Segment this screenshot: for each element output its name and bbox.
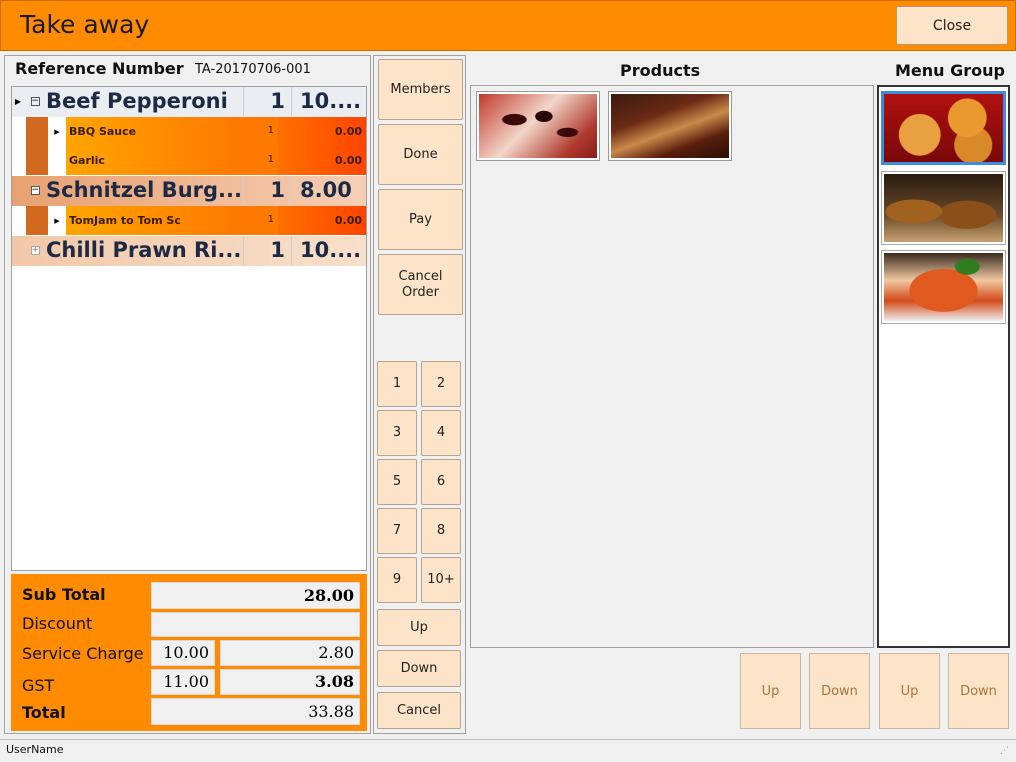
pizza-image-icon	[479, 94, 597, 158]
keypad-4[interactable]: 4	[421, 410, 461, 456]
total-value: 33.88	[151, 698, 360, 725]
pizza-slice-image-icon	[611, 94, 729, 158]
modifier-row[interactable]: Garlic 1 0.00	[12, 146, 366, 175]
total-label: Total	[22, 703, 66, 722]
order-item-row[interactable]: − Schnitzel Burg... 1 8.00	[12, 176, 366, 206]
keypad-up-button[interactable]: Up	[377, 609, 461, 646]
item-qty: 1	[244, 176, 292, 205]
expand-icon[interactable]: +	[26, 236, 44, 265]
menu-group-pasta[interactable]	[881, 250, 1006, 324]
menu-group-up-button[interactable]: Up	[879, 653, 940, 729]
keypad-7[interactable]: 7	[377, 508, 417, 554]
gst-value: 3.08	[220, 669, 360, 695]
service-charge-rate[interactable]: 10.00	[151, 640, 215, 666]
order-item-row[interactable]: ▶ − Beef Pepperoni 1 10....	[12, 87, 366, 117]
products-down-button[interactable]: Down	[809, 653, 870, 729]
burger-icon	[884, 174, 1003, 242]
expand-arrow-icon[interactable]: ▶	[48, 206, 66, 235]
products-up-button[interactable]: Up	[740, 653, 801, 729]
item-price: 8.00	[300, 178, 352, 202]
modifier-price: 0.00	[278, 146, 366, 175]
pay-button[interactable]: Pay	[378, 189, 463, 250]
modifier-qty: 1	[236, 206, 278, 235]
menu-group-down-button[interactable]: Down	[948, 653, 1009, 729]
collapse-icon[interactable]: −	[26, 176, 44, 205]
item-name: Schnitzel Burg...	[46, 176, 244, 205]
item-price: 10....	[300, 238, 362, 262]
status-bar	[0, 739, 1016, 762]
modifier-price: 0.00	[278, 117, 366, 146]
keypad-3[interactable]: 3	[377, 410, 417, 456]
reference-label: Reference Number	[15, 59, 184, 78]
gst-rate[interactable]: 11.00	[151, 669, 215, 695]
product-tile[interactable]	[608, 91, 732, 161]
modifier-qty: 1	[236, 117, 278, 146]
modifier-row[interactable]: ▶ TomJam to Tom Sc 1 0.00	[12, 206, 366, 235]
products-title: Products	[620, 61, 701, 80]
item-price: 10....	[300, 89, 362, 113]
gst-label: GST	[22, 676, 55, 695]
keypad-10-plus[interactable]: 10+	[421, 557, 461, 603]
discount-value[interactable]	[151, 612, 360, 637]
service-charge-value: 2.80	[220, 640, 360, 666]
reference-value: TA-20170706-001	[195, 62, 311, 77]
members-button[interactable]: Members	[378, 59, 463, 120]
expand-arrow-icon[interactable]: ▶	[48, 117, 66, 146]
menu-group-title: Menu Group	[895, 61, 1005, 80]
item-name: Chilli Prawn Ri...	[46, 236, 244, 265]
modifier-price: 0.00	[278, 206, 366, 235]
window-title: Take away	[20, 10, 150, 39]
keypad-6[interactable]: 6	[421, 459, 461, 505]
products-panel	[470, 85, 874, 648]
item-qty: 1	[244, 87, 292, 116]
modifier-qty: 1	[236, 146, 278, 175]
order-item-row[interactable]: + Chilli Prawn Ri... 1 10....	[12, 236, 366, 266]
done-button[interactable]: Done	[378, 124, 463, 185]
menu-group-panel	[877, 85, 1010, 648]
product-tile[interactable]	[476, 91, 600, 161]
modifier-name: TomJam to Tom Sc	[66, 206, 236, 235]
menu-group-pizza[interactable]	[881, 91, 1006, 165]
service-charge-label: Service Charge	[22, 644, 144, 663]
cancel-order-button[interactable]: Cancel Order	[378, 254, 463, 315]
collapse-icon[interactable]: −	[26, 87, 44, 116]
order-list: ▶ − Beef Pepperoni 1 10.... ▶ BBQ Sauce …	[11, 86, 367, 571]
title-bar	[0, 0, 1016, 51]
modifier-name: Garlic	[66, 146, 236, 175]
modifier-name: BBQ Sauce	[66, 117, 236, 146]
pizza-icon	[884, 94, 1003, 162]
subtotal-value: 28.00	[151, 582, 360, 609]
menu-group-burgers[interactable]	[881, 171, 1006, 245]
item-qty: 1	[244, 236, 292, 265]
discount-label: Discount	[22, 614, 93, 633]
keypad-down-button[interactable]: Down	[377, 650, 461, 687]
expand-arrow-icon[interactable]: ▶	[12, 87, 24, 116]
subtotal-label: Sub Total	[22, 585, 106, 604]
resize-grip-icon[interactable]: ⋰	[1000, 746, 1009, 756]
modifier-row[interactable]: ▶ BBQ Sauce 1 0.00	[12, 117, 366, 146]
username-label: UserName	[6, 743, 64, 756]
keypad-5[interactable]: 5	[377, 459, 417, 505]
totals-panel: Sub Total 28.00 Discount Service Charge …	[11, 574, 367, 731]
keypad-cancel-button[interactable]: Cancel	[377, 692, 461, 729]
keypad-8[interactable]: 8	[421, 508, 461, 554]
item-name: Beef Pepperoni	[46, 87, 244, 116]
keypad-9[interactable]: 9	[377, 557, 417, 603]
keypad-2[interactable]: 2	[421, 361, 461, 407]
pasta-icon	[884, 253, 1003, 321]
close-button[interactable]: Close	[896, 6, 1008, 45]
keypad-1[interactable]: 1	[377, 361, 417, 407]
